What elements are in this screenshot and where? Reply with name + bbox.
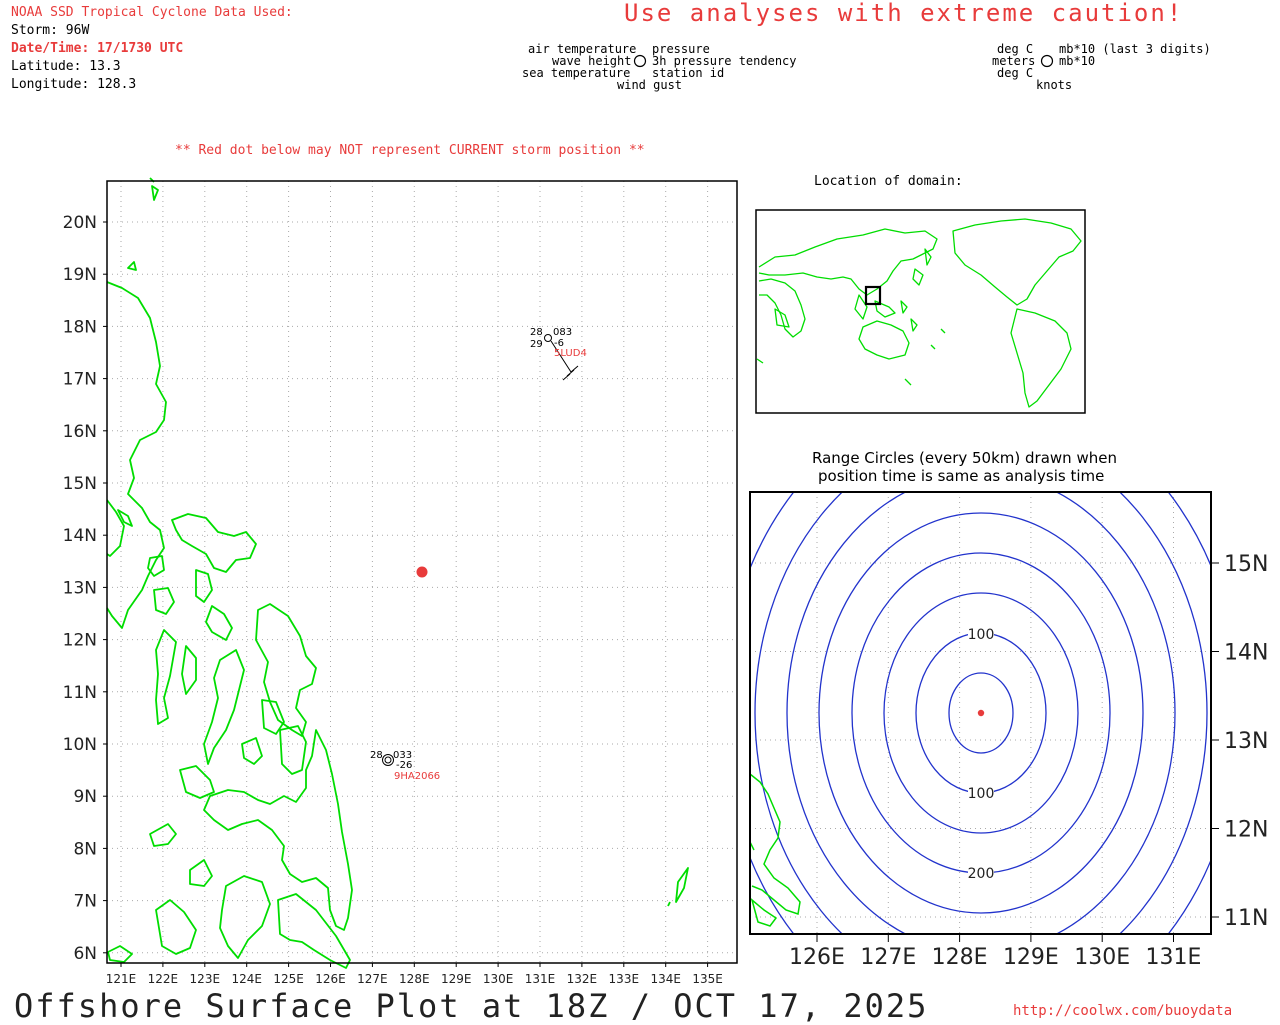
main-lon-label: 135E: [692, 972, 723, 986]
range-lon-label: 129E: [1003, 945, 1059, 970]
range-lon-label: 128E: [932, 945, 988, 970]
header-title: NOAA SSD Tropical Cyclone Data Used:: [11, 5, 293, 20]
range-lat-label: 15N: [1224, 552, 1268, 577]
main-lat-label: 9N: [73, 787, 97, 807]
units-knots: knots: [1036, 78, 1073, 92]
main-lon-label: 131E: [525, 972, 556, 986]
main-lon-label: 121E: [106, 972, 137, 986]
legend-sea-temp: sea temperature: [522, 66, 631, 80]
range-lon-label: 126E: [789, 945, 845, 970]
main-map: 20N 19N 18N 17N 16N 15N 14N 13N 12N 11N 10N 9N 8N 7N 6…: [63, 177, 738, 986]
main-lat-label: 19N: [63, 265, 97, 285]
main-lon-label: 122E: [148, 972, 179, 986]
location-title: Location of domain:: [814, 174, 963, 189]
main-lon-label: 128E: [399, 972, 430, 986]
legend-wind-gust: wind gust: [617, 78, 683, 92]
main-lon-label: 124E: [231, 972, 262, 986]
range-lat-label: 14N: [1224, 641, 1268, 666]
main-lon-label: 134E: [650, 972, 681, 986]
storm-name: Storm: 96W: [11, 23, 90, 38]
station-5lud4-pressure: 083: [553, 327, 572, 338]
range-label-100-lower: 100: [968, 786, 995, 802]
main-lon-label: 130E: [483, 972, 514, 986]
station-9ha2066: 28 033 -26 9HA2066: [370, 750, 440, 782]
range-circles-map: 15N14N13N12N11N126E 127E 128E 129E 130E 131E …: [749, 491, 1268, 970]
station-5lud4: 28 29 083 -6 5LUD4: [530, 327, 587, 381]
range-map-coastline: [750, 773, 801, 927]
main-map-grid: 20N 19N 18N 17N 16N 15N 14N 13N 12N 11N 10N 9N 8N 7N 6…: [63, 181, 737, 986]
main-lat-label: 17N: [63, 370, 97, 390]
red-dot-warning: ** Red dot below may NOT represent CURRE…: [175, 143, 645, 158]
main-lon-label: 133E: [609, 972, 640, 986]
station-9ha2066-tendency: -26: [396, 760, 412, 771]
main-lat-label: 20N: [63, 213, 97, 233]
main-lat-label: 15N: [63, 474, 97, 494]
main-lat-label: 13N: [63, 578, 97, 598]
main-lat-label: 7N: [73, 892, 97, 912]
station-5lud4-id: 5LUD4: [554, 348, 587, 359]
main-lat-label: 12N: [63, 631, 97, 651]
main-lon-label: 123E: [190, 972, 221, 986]
station-9ha2066-id: 9HA2066: [394, 771, 440, 782]
station-5lud4-sea-temp: 29: [530, 339, 543, 350]
station-5lud4-air-temp: 28: [530, 327, 543, 338]
main-lat-label: 11N: [63, 683, 97, 703]
main-lat-label: 10N: [63, 735, 97, 755]
main-lat-label: 16N: [63, 422, 97, 442]
main-lon-label: 129E: [441, 972, 472, 986]
range-lat-label: 12N: [1224, 818, 1268, 843]
main-lon-label: 132E: [567, 972, 598, 986]
main-lat-label: 14N: [63, 526, 97, 546]
station-9ha2066-circle-icon: [382, 754, 394, 766]
main-lon-label: 126E: [315, 972, 346, 986]
range-lon-label: 127E: [860, 945, 916, 970]
units-mb10: mb*10: [1059, 54, 1096, 68]
range-lon-label: 130E: [1074, 945, 1130, 970]
range-rings: [750, 492, 1211, 934]
storm-datetime: Date/Time: 17/1730 UTC: [11, 41, 184, 56]
caution-banner: Use analyses with extreme caution!: [624, 0, 1184, 27]
range-lat-label: 13N: [1224, 729, 1268, 754]
main-lat-label: 8N: [73, 839, 97, 859]
footer-title: Offshore Surface Plot at 18Z / OCT 17, 2…: [14, 987, 929, 1025]
range-title-line1: Range Circles (every 50km) drawn when: [812, 449, 1117, 467]
main-lat-label: 6N: [73, 944, 97, 964]
station-5lud4-circle-icon: [544, 334, 552, 342]
storm-latitude: Latitude: 13.3: [11, 59, 121, 74]
range-lon-label: 131E: [1146, 945, 1202, 970]
footer-url: http://coolwx.com/buoydata: [1013, 1003, 1233, 1019]
range-storm-center-dot: [977, 709, 985, 717]
legend-station-circle-icon: [633, 54, 647, 68]
main-map-coastline: [106, 177, 689, 969]
world-inset-map: [755, 209, 1086, 414]
storm-longitude: Longitude: 128.3: [11, 77, 137, 92]
station-9ha2066-air-temp: 28: [370, 750, 383, 761]
main-lon-label: 125E: [273, 972, 304, 986]
range-label-200: 200: [968, 866, 995, 882]
range-lat-label: 11N: [1224, 906, 1268, 931]
main-lat-label: 18N: [63, 317, 97, 337]
main-lon-label: 127E: [357, 972, 388, 986]
range-label-100-upper: 100: [968, 627, 995, 643]
units-station-circle-icon: [1040, 54, 1054, 68]
units-deg-c-sea: deg C: [997, 66, 1034, 80]
storm-position-dot: [416, 566, 428, 578]
